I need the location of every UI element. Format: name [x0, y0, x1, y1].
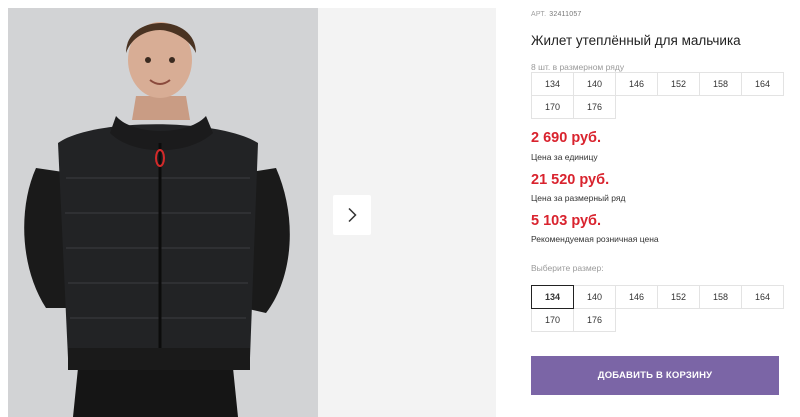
- size-row-cell: 176: [573, 95, 616, 119]
- product-gallery: [8, 8, 496, 417]
- size-option-140[interactable]: 140: [573, 285, 616, 309]
- product-title: Жилет утеплённый для мальчика: [531, 33, 741, 48]
- size-option-176[interactable]: 176: [573, 308, 616, 332]
- size-option-170[interactable]: 170: [531, 308, 574, 332]
- size-row-cell: 152: [657, 72, 700, 96]
- size-option-134[interactable]: 134: [531, 285, 574, 309]
- product-photo[interactable]: [8, 8, 318, 417]
- retail-price-label: Рекомендуемая розничная цена: [531, 234, 659, 244]
- sku-label: АРТ.: [531, 11, 547, 18]
- add-to-cart-button[interactable]: ДОБАВИТЬ В КОРЗИНУ: [531, 356, 779, 395]
- unit-price-label: Цена за единицу: [531, 152, 598, 162]
- next-image-button[interactable]: [333, 195, 371, 235]
- size-row-note: 8 шт. в размерном ряду: [531, 62, 625, 72]
- size-option-164[interactable]: 164: [741, 285, 784, 309]
- row-price: 21 520 руб.: [531, 172, 610, 188]
- sku: АРТ. 32411057: [531, 11, 582, 18]
- size-option-146[interactable]: 146: [615, 285, 658, 309]
- size-row-cell: 170: [531, 95, 574, 119]
- size-option-158[interactable]: 158: [699, 285, 742, 309]
- row-price-label: Цена за размерный ряд: [531, 193, 626, 203]
- size-row-grid: 134 140 146 152 158 164 170 176: [531, 72, 784, 119]
- size-row-cell: 146: [615, 72, 658, 96]
- size-row-cell: 140: [573, 72, 616, 96]
- size-picker: 134 140 146 152 158 164 170 176: [531, 285, 784, 332]
- sku-value: 32411057: [549, 11, 582, 18]
- size-row-cell: 158: [699, 72, 742, 96]
- size-option-152[interactable]: 152: [657, 285, 700, 309]
- retail-price: 5 103 руб.: [531, 213, 602, 229]
- choose-size-label: Выберите размер:: [531, 263, 604, 273]
- unit-price: 2 690 руб.: [531, 130, 602, 146]
- size-row-cell: 134: [531, 72, 574, 96]
- size-row-cell: 164: [741, 72, 784, 96]
- chevron-right-icon: [348, 207, 357, 223]
- boy-in-vest-image: [8, 8, 318, 417]
